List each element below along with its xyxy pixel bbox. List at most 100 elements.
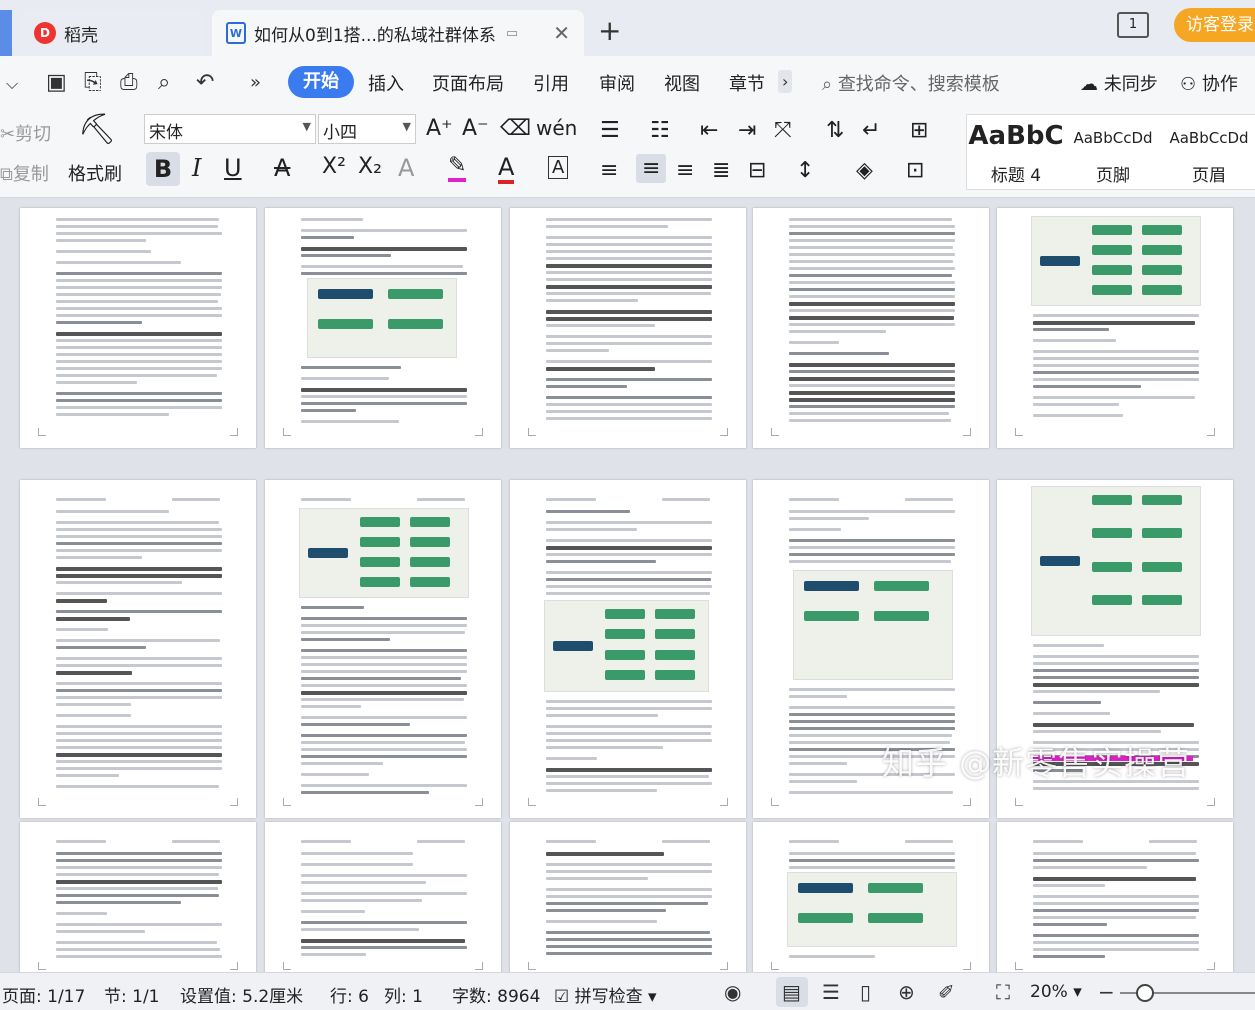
zoom-slider-handle[interactable] xyxy=(1136,984,1154,1002)
window-count-button[interactable]: 1 xyxy=(1117,12,1149,38)
sync-status[interactable]: ☁ 未同步 xyxy=(1080,70,1158,96)
decrease-indent-icon[interactable]: ⇤ xyxy=(700,118,718,143)
word-count[interactable]: 字数: 8964 xyxy=(452,982,540,1007)
text-effect-icon[interactable]: A xyxy=(398,154,414,182)
document-page[interactable] xyxy=(265,822,501,972)
increase-indent-icon[interactable]: ⇥ xyxy=(738,118,756,143)
close-tab-icon[interactable]: ✕ xyxy=(553,21,570,45)
print-preview-icon[interactable]: ⌕ xyxy=(158,70,170,95)
shrink-font-icon[interactable]: A⁻ xyxy=(462,116,489,141)
style-heading4[interactable]: AaBbC 标题 4 xyxy=(967,115,1065,191)
document-page[interactable] xyxy=(997,208,1233,448)
borders-icon[interactable]: ⊡ xyxy=(906,158,924,183)
document-page[interactable] xyxy=(20,208,256,448)
undo-icon[interactable]: ↶ xyxy=(196,70,214,95)
menu-home[interactable]: 开始 xyxy=(288,66,354,98)
figure-node xyxy=(360,577,400,587)
clear-format-icon[interactable]: ⌫ xyxy=(500,116,531,141)
zoom-out-icon[interactable]: − xyxy=(1098,980,1115,1004)
strikethrough-button[interactable]: A xyxy=(274,154,290,182)
more-quick-icon[interactable]: » xyxy=(250,72,261,93)
save-icon[interactable]: ▣ xyxy=(46,70,67,95)
tab-daoke[interactable]: D 稻壳 xyxy=(20,10,205,56)
document-page[interactable] xyxy=(20,480,256,818)
page-text-line xyxy=(56,374,217,377)
bold-button[interactable]: B xyxy=(146,152,180,186)
page-indicator[interactable]: 页面: 1/17 xyxy=(2,982,85,1007)
page-text-line xyxy=(56,912,107,915)
command-search[interactable]: ⌕ 查找命令、搜索模板 xyxy=(822,70,1000,96)
new-tab-button[interactable]: + xyxy=(598,14,621,47)
menu-chapter[interactable]: 章节 xyxy=(729,70,765,96)
document-page[interactable] xyxy=(510,822,746,972)
page-text-line xyxy=(789,260,953,263)
align-center-icon[interactable]: ≡ xyxy=(636,154,667,183)
style-header[interactable]: AaBbCcDd 页眉 xyxy=(1161,115,1255,191)
tab-ruler-icon[interactable]: ⊞ xyxy=(910,118,928,143)
fit-page-icon[interactable]: ⛶ xyxy=(996,980,1010,1004)
justify-icon[interactable]: ≣ xyxy=(712,158,730,183)
format-painter-label[interactable]: 格式刷 xyxy=(68,160,122,186)
char-border-icon[interactable]: A xyxy=(548,156,569,179)
page-header-text xyxy=(417,840,465,843)
font-family-select[interactable]: 宋体 ▼ xyxy=(144,114,316,144)
page-text-line xyxy=(56,381,138,384)
format-painter-icon[interactable]: ⛏ xyxy=(78,112,116,147)
spell-check-button[interactable]: ☑ 拼写检查 ▾ xyxy=(554,982,657,1007)
sort-icon[interactable]: ⇅ xyxy=(826,118,844,143)
menu-references[interactable]: 引用 xyxy=(533,70,569,96)
align-right-icon[interactable]: ≡ xyxy=(676,158,694,183)
align-left-icon[interactable]: ≡ xyxy=(600,158,618,183)
document-page[interactable] xyxy=(265,208,501,448)
page-view-icon[interactable]: ▤ xyxy=(782,980,801,1004)
export-icon[interactable]: ⎘ xyxy=(84,70,102,95)
phonetic-icon[interactable]: wén xyxy=(536,116,577,140)
chevron-down-icon[interactable]: ⌵ xyxy=(6,74,18,94)
web-view-icon[interactable]: ⊕ xyxy=(898,980,915,1004)
document-canvas[interactable] xyxy=(0,198,1255,972)
italic-button[interactable]: I xyxy=(192,154,201,182)
font-color-icon[interactable]: A xyxy=(498,154,515,184)
outline-view-icon[interactable]: ☰ xyxy=(822,980,840,1004)
text-direction-icon[interactable]: ⤧ xyxy=(774,118,792,143)
subscript-button[interactable]: X₂ xyxy=(358,154,382,179)
menu-review[interactable]: 审阅 xyxy=(599,70,635,96)
distributed-icon[interactable]: ⊟ xyxy=(748,158,766,183)
eye-protection-icon[interactable]: ◉ xyxy=(724,980,741,1004)
menu-insert[interactable]: 插入 xyxy=(368,70,404,96)
column-indicator: 列: 1 xyxy=(384,987,423,1007)
print-icon[interactable]: ⎙ xyxy=(120,70,138,95)
numbered-list-icon[interactable]: ☷ xyxy=(650,118,670,143)
underline-button[interactable]: U xyxy=(224,154,242,182)
grow-font-icon[interactable]: A⁺ xyxy=(426,116,453,141)
line-break-icon[interactable]: ↵ xyxy=(862,118,880,143)
superscript-button[interactable]: X² xyxy=(322,154,346,179)
document-page[interactable] xyxy=(997,822,1233,972)
collaborate-button[interactable]: ⚇ 协作 xyxy=(1180,70,1238,96)
tab-document[interactable]: W 如何从0到1搭...的私域社群体系 ▭ ✕ xyxy=(212,10,584,56)
guest-login-button[interactable]: 访客登录 xyxy=(1174,8,1255,42)
style-gallery: AaBbC 标题 4 AaBbCcDd 页脚 AaBbCcDd 页眉 xyxy=(966,114,1255,190)
document-page[interactable] xyxy=(20,822,256,972)
document-page[interactable] xyxy=(753,822,989,972)
cut-button[interactable]: ✂剪切 xyxy=(0,120,51,146)
zoom-level[interactable]: 20% ▾ xyxy=(1030,982,1082,1002)
style-footer[interactable]: AaBbCcDd 页脚 xyxy=(1065,115,1161,191)
shading-icon[interactable]: ◈ xyxy=(856,158,873,183)
font-size-select[interactable]: 小四 ▼ xyxy=(318,114,416,144)
write-mode-icon[interactable]: ✐ xyxy=(938,980,955,1004)
document-page[interactable] xyxy=(510,480,746,818)
screen-icon[interactable]: ▭ xyxy=(506,26,518,41)
document-page[interactable] xyxy=(265,480,501,818)
menu-view[interactable]: 视图 xyxy=(664,70,700,96)
line-spacing-icon[interactable]: ↕ xyxy=(796,158,814,183)
highlight-icon[interactable]: ✎ xyxy=(448,154,467,182)
copy-button[interactable]: ⧉复制 xyxy=(0,160,49,186)
document-page[interactable] xyxy=(753,208,989,448)
page-text-line xyxy=(56,250,151,253)
menu-more-icon[interactable]: › xyxy=(778,70,793,93)
menu-page-layout[interactable]: 页面布局 xyxy=(432,70,504,96)
document-page[interactable] xyxy=(510,208,746,448)
bullet-list-icon[interactable]: ☰ xyxy=(600,118,620,143)
reading-view-icon[interactable]: ▯ xyxy=(860,980,871,1004)
